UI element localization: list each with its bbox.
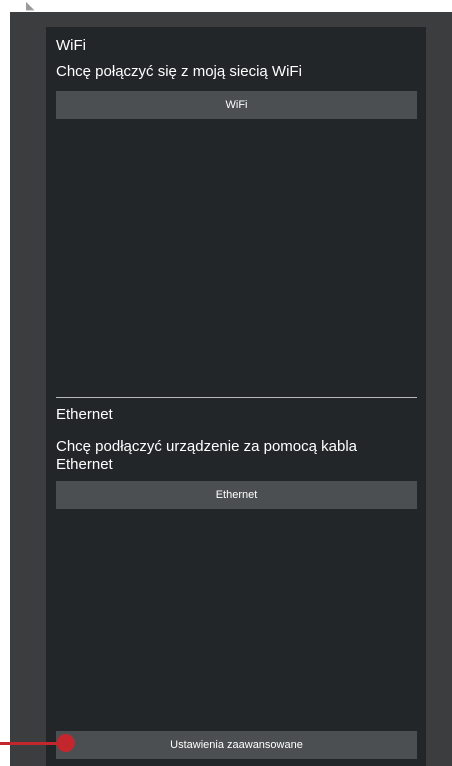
window-top-strip [10, 12, 452, 26]
callout-marker-dot [57, 734, 75, 752]
wifi-button[interactable]: WiFi [56, 91, 417, 119]
ethernet-section-title: Ethernet [56, 406, 113, 423]
ethernet-button[interactable]: Ethernet [56, 481, 417, 509]
wifi-section-title: WiFi [56, 37, 86, 54]
ethernet-section-description-line1: Chcę podłączyć urządzenie za pomocą kabl… [56, 438, 358, 455]
ethernet-section-description-line2: Ethernet [56, 456, 113, 473]
advanced-settings-button[interactable]: Ustawienia zaawansowane [56, 731, 417, 759]
screenshot-canvas: ◣ WiFi Chcę połączyć się z moją siecią W… [0, 0, 452, 766]
callout-pointer-line [0, 742, 62, 745]
window-corner-icon: ◣ [26, 0, 35, 12]
section-divider [56, 397, 417, 398]
wifi-section-description: Chcę połączyć się z moją siecią WiFi [56, 63, 302, 80]
